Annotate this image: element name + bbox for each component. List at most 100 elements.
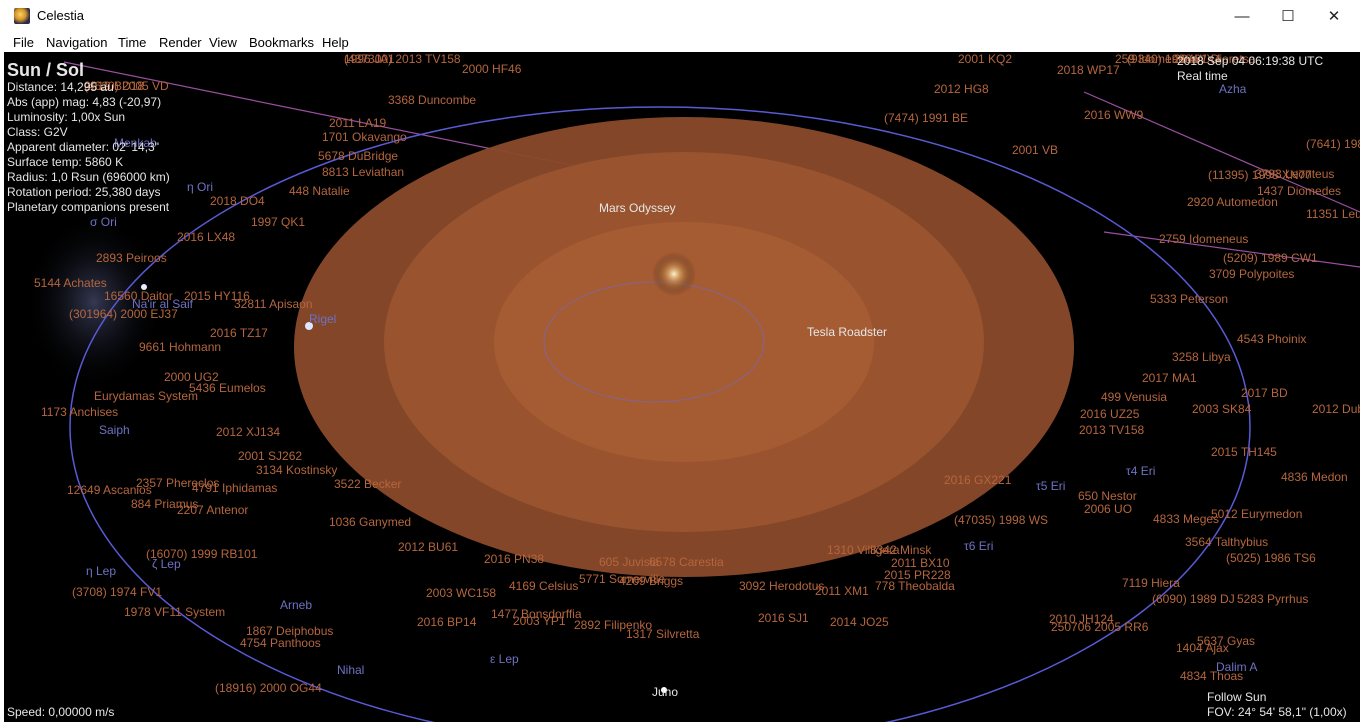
star-label[interactable]: Azha [1219,82,1246,96]
asteroid-label[interactable]: 4209 Briggs [619,574,683,588]
asteroid-label[interactable]: (3708) 1974 FV1 [72,585,162,599]
asteroid-label[interactable]: 2012 HG8 [934,82,989,96]
asteroid-label[interactable]: (5209) 1989 CW1 [1223,251,1318,265]
asteroid-label[interactable]: 2920 Automedon [1187,195,1278,209]
asteroid-label[interactable]: 250706 2005 RR6 [1051,620,1148,634]
menu-file[interactable]: File [13,35,34,50]
star-label[interactable]: Dalim A [1216,660,1257,674]
asteroid-label[interactable]: 605 Juvisia [599,555,659,569]
asteroid-label[interactable]: 2001 KQ2 [958,52,1012,66]
spacecraft-label[interactable]: Tesla Roadster [807,325,887,339]
asteroid-label[interactable]: 5678 DuBridge [318,149,398,163]
asteroid-label[interactable]: (47035) 1998 WS [954,513,1048,527]
asteroid-label[interactable]: 2015 TH145 [1211,445,1277,459]
asteroid-label[interactable]: 32811 Apisaon [234,297,313,311]
asteroid-label[interactable]: 2003 WC158 [426,586,496,600]
asteroid-label[interactable]: 4791 Iphidamas [192,481,277,495]
asteroid-label[interactable]: 3134 Kostinsky [256,463,337,477]
spacecraft-label[interactable]: Juno [652,685,678,699]
star-label[interactable]: Saiph [99,423,130,437]
menu-view[interactable]: View [209,35,237,50]
maximize-icon[interactable]: ☐ [1265,0,1311,32]
asteroid-label[interactable]: 1404 Ajax [1176,641,1229,655]
asteroid-label[interactable]: 2001 VB [1012,143,1058,157]
asteroid-label[interactable]: (5025) 1986 TS6 [1226,551,1316,565]
asteroid-label[interactable]: 3709 Polypoites [1209,267,1294,281]
asteroid-label[interactable]: 2016 GX221 [944,473,1011,487]
asteroid-label[interactable]: 1317 Silvretta [626,627,699,641]
star-label[interactable]: ε Lep [490,652,519,666]
asteroid-label[interactable]: 2012 BU61 [398,540,458,554]
asteroid-label[interactable]: (18916) 2000 OG44 [215,681,322,695]
menu-time[interactable]: Time [118,35,146,50]
asteroid-label[interactable]: 12649 Ascanios [67,483,152,497]
asteroid-label[interactable]: (7641) 1986 TT6 [1306,137,1360,151]
star-label[interactable]: τ6 Eri [964,539,993,553]
asteroid-label[interactable]: 4833 Meges [1153,512,1219,526]
asteroid-label[interactable]: 650 Nestor [1078,489,1137,503]
asteroid-label[interactable]: (437300) 2013 TV158 [344,52,461,66]
asteroid-label[interactable]: 4836 Medon [1281,470,1348,484]
star-label[interactable]: σ Ori [90,215,117,229]
menu-bookmarks[interactable]: Bookmarks [249,35,314,50]
asteroid-label[interactable]: 4543 Phoinix [1237,332,1306,346]
asteroid-label[interactable]: 5333 Peterson [1150,292,1228,306]
star-label[interactable]: τ4 Eri [1126,464,1155,478]
asteroid-label[interactable]: 2017 BD [1241,386,1288,400]
asteroid-label[interactable]: 448 Natalie [289,184,350,198]
asteroid-label[interactable]: 4754 Panthoos [240,636,321,650]
asteroid-label[interactable]: 2207 Antenor [177,503,248,517]
minimize-icon[interactable]: — [1219,0,1265,32]
asteroid-label[interactable]: 499 Venusia [1101,390,1167,404]
asteroid-label[interactable]: 2016 WW9 [1084,108,1143,122]
asteroid-label[interactable]: 2016 LX48 [177,230,235,244]
asteroid-label[interactable]: 2016 SJ1 [758,611,809,625]
asteroid-label[interactable]: 1997 QK1 [251,215,305,229]
asteroid-label[interactable]: 2012 XJ134 [216,425,280,439]
asteroid-label[interactable]: 1036 Ganymed [329,515,411,529]
star-label[interactable]: Na'ir al Saif [132,297,193,311]
asteroid-label[interactable]: 5012 Eurymedon [1211,507,1302,521]
star-label[interactable]: Nihal [337,663,364,677]
asteroid-label[interactable]: 9661 Hohmann [139,340,221,354]
asteroid-label[interactable]: (6090) 1989 DJ [1152,592,1235,606]
asteroid-label[interactable]: 2016 UZ25 [1080,407,1139,421]
asteroid-label[interactable]: 2003 SK84 [1192,402,1251,416]
star-label[interactable]: τ5 Eri [1036,479,1065,493]
star-label[interactable]: η Ori [187,180,213,194]
asteroid-label[interactable]: 2018 DO4 [210,194,265,208]
menu-navigation[interactable]: Navigation [46,35,107,50]
asteroid-label[interactable]: 5436 Eumelos [189,381,266,395]
asteroid-label[interactable]: 5283 Pyrrhus [1237,592,1308,606]
asteroid-label[interactable]: 2017 MA1 [1142,371,1197,385]
asteroid-label[interactable]: 6578 Carestia [649,555,724,569]
asteroid-label[interactable]: 1978 VF11 System [124,605,225,619]
asteroid-label[interactable]: 2011 XM1 [815,584,869,598]
asteroid-label[interactable]: 2000 HF46 [462,62,521,76]
asteroid-label[interactable]: 3793 Leonteus [1255,167,1334,181]
asteroid-label[interactable]: 3368 Duncombe [388,93,476,107]
star-label[interactable]: Rigel [309,312,336,326]
asteroid-label[interactable]: Eurydamas System [94,389,198,403]
asteroid-label[interactable]: 3564 Talthybius [1185,535,1268,549]
spacecraft-label[interactable]: Mars Odyssey [599,201,676,215]
asteroid-label[interactable]: 2018 WP17 [1057,63,1120,77]
title-bar[interactable]: Celestia — ☐ ✕ [0,0,1366,33]
asteroid-label[interactable]: 8813 Leviathan [322,165,404,179]
asteroid-label[interactable]: 2759 Idomeneus [1159,232,1248,246]
asteroid-label[interactable]: 2001 SJ262 [238,449,302,463]
menu-help[interactable]: Help [322,35,349,50]
asteroid-label[interactable]: 2012 Dubiago [1312,402,1360,416]
asteroid-label[interactable]: 2893 Peiroos [96,251,167,265]
asteroid-label[interactable]: 2006 UO [1084,502,1132,516]
close-icon[interactable]: ✕ [1311,0,1357,32]
asteroid-label[interactable]: 5144 Achates [34,276,107,290]
asteroid-label[interactable]: 2016 TZ17 [210,326,268,340]
asteroid-label[interactable]: 1173 Anchises [41,405,118,419]
asteroid-label[interactable]: 778 Theobalda [875,579,955,593]
asteroid-label[interactable]: 2003 YP1 [513,614,566,628]
asteroid-label[interactable]: 2016 PN38 [484,552,544,566]
star-label[interactable]: ζ Lep [152,557,181,571]
asteroid-label[interactable]: 3258 Libya [1172,350,1231,364]
asteroid-label[interactable]: 7119 Hiera [1122,576,1180,590]
